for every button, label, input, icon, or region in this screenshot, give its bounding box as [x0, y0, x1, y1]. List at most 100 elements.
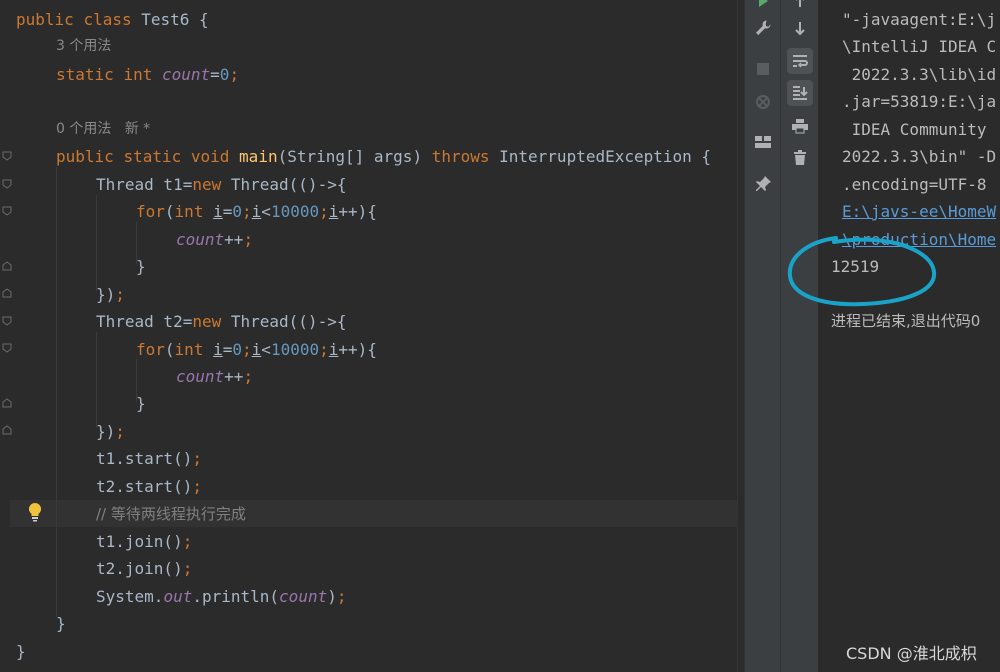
code-line-join2: t2.join(); — [96, 555, 192, 582]
stop-button[interactable] — [750, 56, 776, 82]
code-line-t1: Thread t1=new Thread(()->{ — [96, 171, 346, 198]
code-text: Thread t2= — [96, 312, 193, 331]
scroll-down-button[interactable] — [787, 16, 813, 42]
console-line: .encoding=UTF-8 — [842, 175, 987, 194]
fold-marker-icon[interactable] — [2, 206, 12, 216]
print-button[interactable] — [787, 113, 813, 139]
keyword: public — [56, 147, 114, 166]
keyword: public — [16, 10, 74, 29]
method-name: main — [239, 147, 278, 166]
stop-icon — [757, 63, 769, 75]
console-line: \IntelliJ IDEA C — [842, 37, 997, 56]
code-line-close: } — [136, 257, 146, 276]
fold-marker-icon[interactable] — [2, 343, 12, 353]
lightbulb-icon[interactable] — [27, 502, 43, 522]
trash-icon — [794, 150, 806, 165]
usage-hint[interactable]: 3 个用法 — [56, 33, 111, 60]
keyword: static — [123, 147, 182, 166]
console-path-link[interactable]: E:\javs-ee\HomeW — [842, 198, 996, 225]
code-text: Thread t1= — [96, 175, 193, 194]
operator: < — [261, 340, 271, 359]
editor-gutter — [0, 0, 14, 672]
down-arrow-icon — [795, 22, 805, 36]
code-line-close-lambda: }); — [96, 418, 125, 445]
code-line-main-decl: public static void main(String[] args) t… — [56, 143, 711, 170]
operator: = — [222, 340, 233, 359]
clear-button[interactable] — [787, 145, 813, 171]
code-text: ( — [164, 340, 175, 359]
pin-button[interactable] — [750, 171, 776, 197]
layout-icon — [755, 136, 771, 148]
local-var: i — [251, 202, 262, 221]
number-literal: 10000 — [270, 202, 320, 221]
run-toolbar — [744, 0, 781, 672]
semicolon: ; — [243, 230, 254, 249]
brace: { — [189, 10, 209, 29]
fold-end-icon[interactable] — [2, 425, 12, 435]
class-name: Test6 — [141, 10, 190, 29]
scroll-to-end-icon — [793, 86, 808, 100]
code-text: }) — [96, 422, 116, 441]
code-line-close: } — [136, 394, 146, 413]
semicolon: ; — [192, 449, 202, 468]
code-text: System. — [96, 587, 164, 606]
console-path-link[interactable]: \production\Home — [842, 226, 996, 253]
scroll-up-button[interactable] — [787, 0, 813, 14]
semicolon: ; — [319, 340, 329, 359]
operator: = — [222, 202, 233, 221]
console-toolbar — [780, 0, 819, 672]
soft-wrap-icon — [793, 55, 808, 68]
keyword: int — [174, 340, 204, 359]
operator: < — [261, 202, 271, 221]
ide-window: public class Test6 { 3 个用法 static int co… — [0, 0, 1000, 672]
keyword: for — [136, 202, 165, 221]
code-line-field: static int count=0; — [56, 61, 239, 88]
console-result: 12519 — [831, 257, 880, 276]
operator: = — [210, 65, 220, 84]
console-line: 2022.3.3\bin" -D — [842, 147, 997, 166]
layout-button[interactable] — [750, 129, 776, 155]
usage-hint[interactable]: 0 个用法 新 * — [56, 116, 150, 143]
exception-type: InterruptedException { — [489, 147, 712, 166]
rerun-failed-icon — [756, 95, 770, 109]
keyword: int — [174, 202, 204, 221]
console-output[interactable]: "-javaagent:E:\j \IntelliJ IDEA C 2022.3… — [818, 0, 1000, 672]
run-icon — [759, 0, 768, 7]
field-name: count — [161, 65, 211, 84]
code-line-start2: t2.start(); — [96, 473, 202, 500]
fold-marker-icon[interactable] — [2, 316, 12, 326]
soft-wrap-button[interactable] — [787, 48, 813, 74]
fold-marker-icon[interactable] — [2, 179, 12, 189]
console-line: IDEA Community — [842, 120, 987, 139]
keyword: throws — [431, 147, 490, 166]
keyword: int — [123, 65, 153, 84]
code-editor[interactable]: public class Test6 { 3 个用法 static int co… — [0, 0, 744, 672]
code-line-for2: for(int i=0;i<10000;i++){ — [136, 336, 377, 363]
code-line-inc2: count++; — [176, 363, 253, 390]
number-literal: 10000 — [270, 340, 320, 359]
fold-end-icon[interactable] — [2, 398, 12, 408]
rerun-failed-button[interactable] — [750, 89, 776, 115]
code-line-class-decl: public class Test6 { — [16, 6, 209, 33]
fold-end-icon[interactable] — [2, 261, 12, 271]
fold-end-icon[interactable] — [2, 288, 12, 298]
run-button[interactable] — [750, 0, 776, 14]
operator: ++ — [224, 367, 244, 386]
static-field: out — [163, 587, 193, 606]
semicolon: ; — [243, 367, 254, 386]
params: (String[] args) — [277, 147, 432, 166]
code-line-inc1: count++; — [176, 226, 253, 253]
field-name: count — [279, 587, 328, 606]
semicolon: ; — [182, 532, 193, 551]
local-var: i — [213, 202, 223, 221]
scroll-to-end-button[interactable] — [787, 80, 813, 106]
settings-button[interactable] — [750, 15, 776, 41]
code-line-println: System.out.println(count); — [96, 583, 347, 610]
code-text: ( — [164, 202, 175, 221]
semicolon: ; — [242, 202, 252, 221]
code-line-close-main: } — [56, 614, 66, 633]
keyword: void — [190, 147, 230, 166]
fold-marker-icon[interactable] — [2, 151, 12, 161]
